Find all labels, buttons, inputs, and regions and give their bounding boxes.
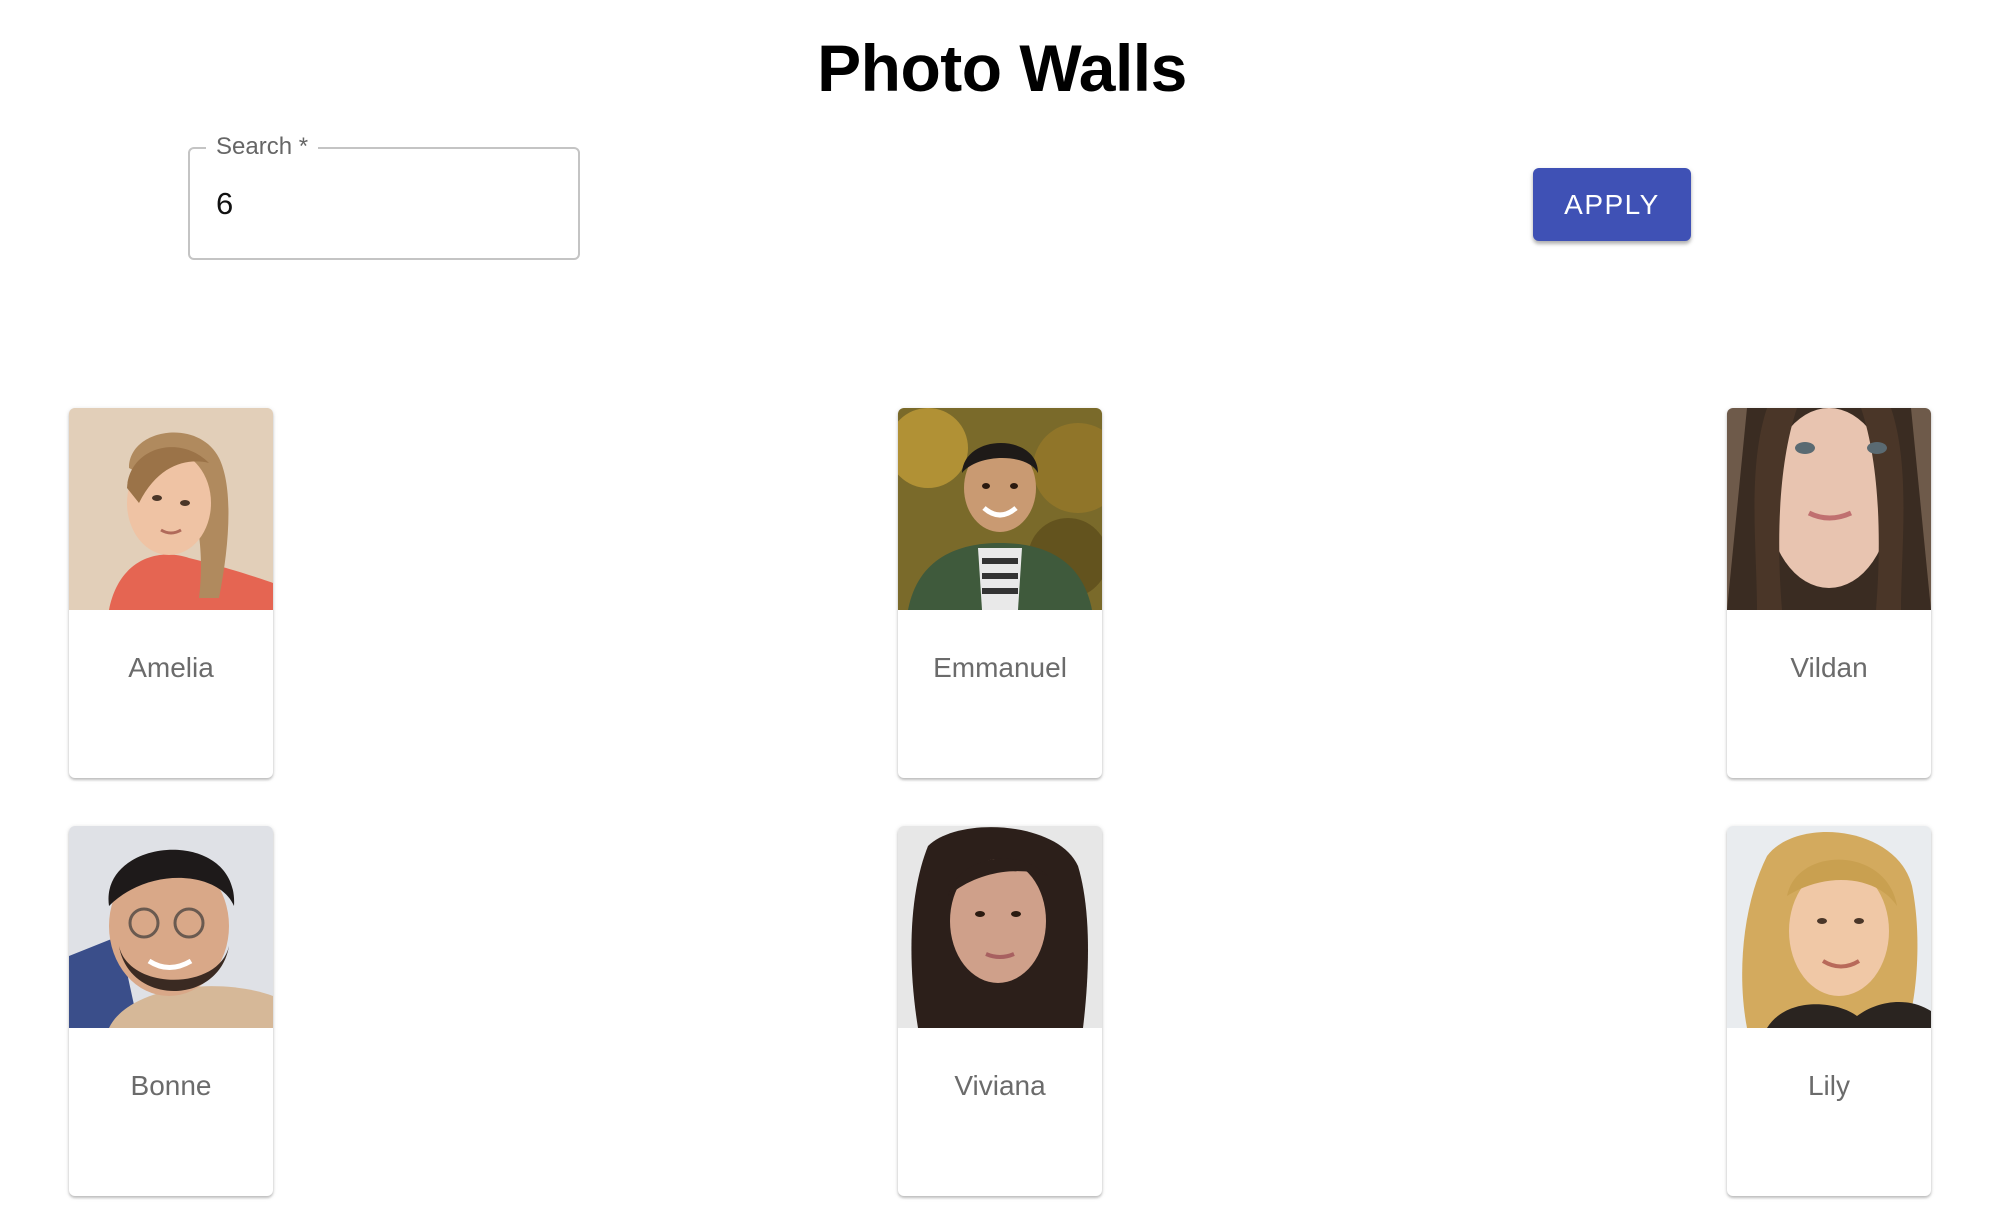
person-card[interactable]: Viviana — [898, 826, 1102, 1196]
required-mark: * — [298, 133, 309, 160]
apply-button[interactable]: APPLY — [1533, 168, 1691, 241]
person-photo — [1727, 826, 1931, 1028]
person-photo — [69, 826, 273, 1028]
person-name: Emmanuel — [933, 652, 1067, 683]
person-name: Lily — [1807, 1070, 1850, 1101]
person-photo — [898, 408, 1102, 610]
search-field[interactable]: Search * — [188, 132, 580, 260]
person-name: Bonne — [130, 1070, 212, 1101]
person-card[interactable]: Lily — [1727, 826, 1931, 1196]
search-label: Search * — [206, 132, 319, 162]
person-photo — [898, 826, 1102, 1028]
person-card[interactable]: Amelia — [69, 408, 273, 778]
person-card[interactable]: Vildan — [1727, 408, 1931, 778]
person-photo — [1727, 408, 1931, 610]
person-photo — [69, 408, 273, 610]
person-card[interactable]: Emmanuel — [898, 408, 1102, 778]
search-label-text: Search — [216, 133, 293, 160]
person-name: Viviana — [954, 1070, 1046, 1101]
person-name: Amelia — [128, 652, 214, 683]
person-name: Vildan — [1790, 652, 1868, 683]
page-title: Photo Walls — [817, 31, 1187, 105]
search-input[interactable] — [216, 179, 546, 229]
person-card[interactable]: Bonne — [69, 826, 273, 1196]
